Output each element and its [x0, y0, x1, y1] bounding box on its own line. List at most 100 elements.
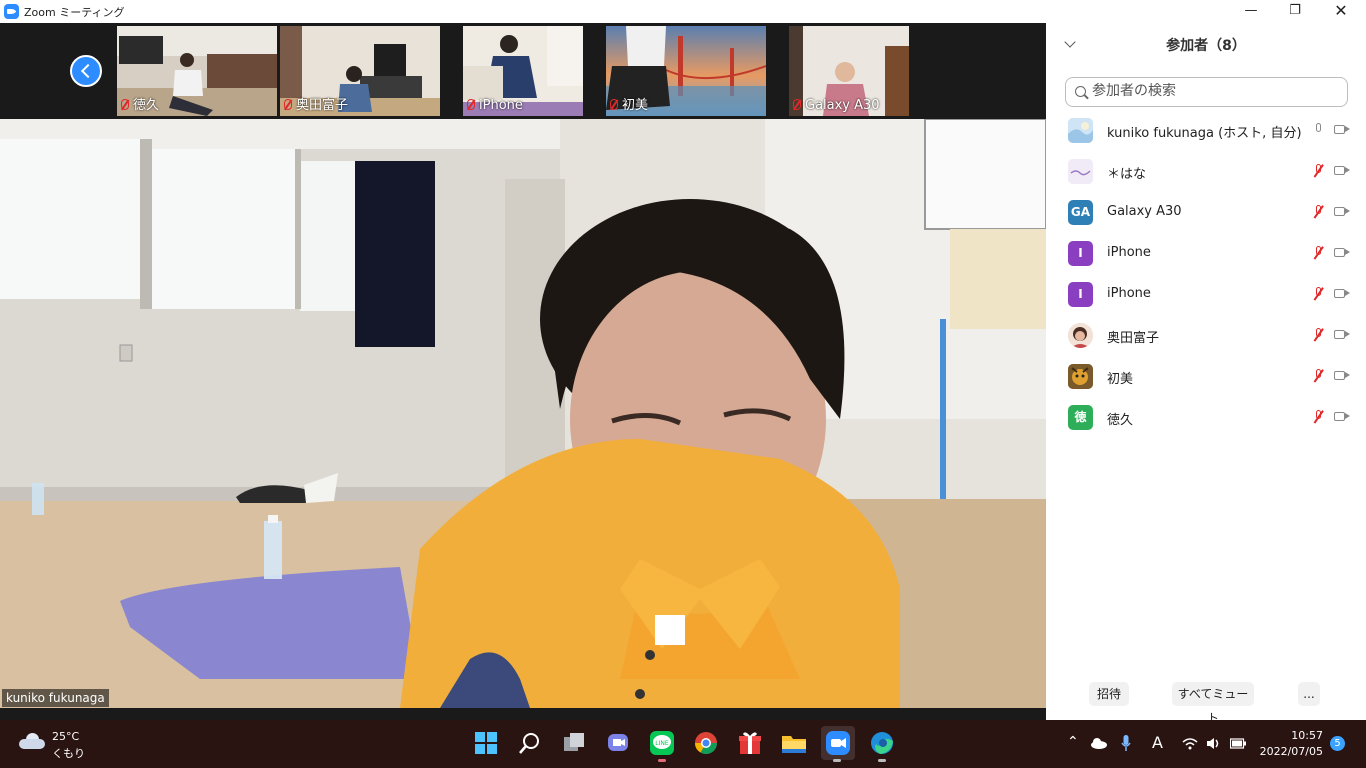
mic-muted-icon: [610, 99, 618, 110]
mic-muted-icon[interactable]: [1314, 205, 1323, 219]
speaker-name-label: kuniko fukunaga: [2, 689, 109, 707]
avatar-image: [1068, 118, 1093, 143]
file-explorer-icon[interactable]: [779, 728, 809, 758]
windows-taskbar: 25°C くもり LINE ⌃ A 10:57 2022/07/05 5: [0, 720, 1366, 768]
video-thumbnail[interactable]: iPhone: [463, 26, 583, 116]
camera-icon[interactable]: [1334, 207, 1350, 216]
chrome-icon[interactable]: [691, 728, 721, 758]
main-speaker-video[interactable]: kuniko fukunaga: [0, 119, 1046, 708]
mic-muted-icon[interactable]: [1314, 369, 1323, 383]
participants-title: 参加者（8）: [1166, 38, 1246, 54]
start-icon[interactable]: [471, 728, 501, 758]
video-thumbnail-strip: 徳久 奥田富子 iPhone 初美 Galaxy A30: [0, 23, 1046, 119]
video-thumbnail[interactable]: 奥田富子: [280, 26, 440, 116]
minimize-button[interactable]: —: [1228, 0, 1274, 23]
clock-time[interactable]: 10:57: [1291, 729, 1323, 742]
notification-badge[interactable]: 5: [1330, 736, 1345, 751]
camera-icon[interactable]: [1334, 289, 1350, 298]
cloud-icon[interactable]: [19, 733, 45, 749]
avatar: [1068, 118, 1093, 143]
camera-icon[interactable]: [1334, 330, 1350, 339]
avatar: [1068, 323, 1093, 348]
microphone-icon[interactable]: [1121, 735, 1131, 755]
participant-name: 徳久: [1107, 413, 1134, 428]
participant-row[interactable]: kuniko fukunaga (ホスト, 自分): [1046, 110, 1366, 151]
participant-row[interactable]: I iPhone: [1046, 274, 1366, 315]
video-thumbnail[interactable]: 初美: [606, 26, 766, 116]
participant-row[interactable]: 徳 徳久: [1046, 397, 1366, 438]
participant-search-input[interactable]: [1092, 83, 1342, 99]
chevron-up-icon[interactable]: ⌃: [1067, 734, 1079, 750]
avatar: GA: [1068, 200, 1093, 225]
teams-chat-icon[interactable]: [603, 728, 633, 758]
weather-condition[interactable]: くもり: [52, 745, 85, 761]
avatar: [1068, 159, 1093, 184]
thumbnail-name: iPhone: [479, 98, 523, 113]
onedrive-cloud-icon[interactable]: [1090, 738, 1107, 752]
avatar: I: [1068, 282, 1093, 307]
edge-icon[interactable]: [867, 728, 897, 762]
thumbnail-name: 初美: [622, 98, 649, 113]
gift-icon[interactable]: [735, 728, 765, 758]
invite-button[interactable]: 招待: [1089, 682, 1129, 706]
thumbnail-name: 徳久: [133, 98, 160, 113]
participant-search-box[interactable]: [1065, 77, 1348, 107]
speaker-icon[interactable]: [1206, 737, 1222, 753]
zoom-taskbar-icon[interactable]: [821, 726, 855, 762]
participant-name: Galaxy A30: [1107, 204, 1182, 219]
camera-icon[interactable]: [1334, 248, 1350, 257]
participant-name: kuniko fukunaga (ホスト, 自分): [1107, 126, 1302, 141]
zoom-app-icon: [4, 4, 19, 19]
speaker-video-frame: [0, 119, 1046, 708]
search-icon: [1075, 86, 1086, 97]
clock-date[interactable]: 2022/07/05: [1260, 745, 1323, 758]
video-thumbnail[interactable]: Galaxy A30: [789, 26, 909, 116]
wifi-icon[interactable]: [1182, 737, 1198, 753]
participant-name: ＊はな: [1107, 167, 1147, 182]
participant-row[interactable]: 奥田富子: [1046, 315, 1366, 356]
mute-all-button[interactable]: すべてミュート: [1172, 682, 1254, 725]
avatar: [1068, 364, 1093, 389]
previous-page-button[interactable]: [70, 55, 102, 87]
battery-icon[interactable]: [1229, 738, 1246, 752]
more-options-button[interactable]: ...: [1298, 682, 1320, 706]
avatar-image: [1068, 159, 1093, 184]
participant-row[interactable]: ＊はな: [1046, 151, 1366, 192]
title-bar: Zoom ミーティング — ❐ ✕: [0, 0, 1366, 23]
restore-button[interactable]: ❐: [1272, 0, 1318, 23]
avatar: I: [1068, 241, 1093, 266]
participant-row[interactable]: 初美: [1046, 356, 1366, 397]
avatar: 徳: [1068, 405, 1093, 430]
mic-icon[interactable]: [1314, 123, 1323, 137]
camera-icon[interactable]: [1334, 412, 1350, 421]
window-title: Zoom ミーティング: [24, 6, 125, 19]
camera-icon[interactable]: [1334, 371, 1350, 380]
svg-text:LINE: LINE: [655, 740, 669, 747]
participant-row[interactable]: GA Galaxy A30: [1046, 192, 1366, 233]
mic-muted-icon[interactable]: [1314, 246, 1323, 260]
mic-muted-icon[interactable]: [1314, 287, 1323, 301]
thumbnail-name: Galaxy A30: [805, 98, 880, 113]
mic-muted-icon[interactable]: [1314, 164, 1323, 178]
video-thumbnail[interactable]: 徳久: [117, 26, 277, 116]
mic-muted-icon[interactable]: [1314, 328, 1323, 342]
participant-name: 奥田富子: [1107, 331, 1160, 346]
participant-name: iPhone: [1107, 245, 1151, 260]
search-icon[interactable]: [515, 728, 545, 758]
ime-indicator[interactable]: A: [1152, 733, 1163, 752]
avatar-image: [1068, 364, 1093, 389]
mic-muted-icon: [284, 99, 292, 110]
camera-icon[interactable]: [1334, 166, 1350, 175]
task-view-icon[interactable]: [559, 728, 589, 758]
weather-temperature[interactable]: 25°C: [52, 730, 79, 743]
thumbnail-label: 初美: [610, 94, 648, 113]
thumbnail-label: Galaxy A30: [793, 98, 880, 113]
close-button[interactable]: ✕: [1318, 0, 1364, 23]
mic-muted-icon: [121, 99, 129, 110]
participant-row[interactable]: I iPhone: [1046, 233, 1366, 274]
mic-muted-icon: [793, 99, 801, 110]
line-icon[interactable]: LINE: [647, 728, 677, 762]
mic-muted-icon[interactable]: [1314, 410, 1323, 424]
camera-icon[interactable]: [1334, 125, 1350, 134]
thumbnail-label: iPhone: [467, 98, 523, 113]
